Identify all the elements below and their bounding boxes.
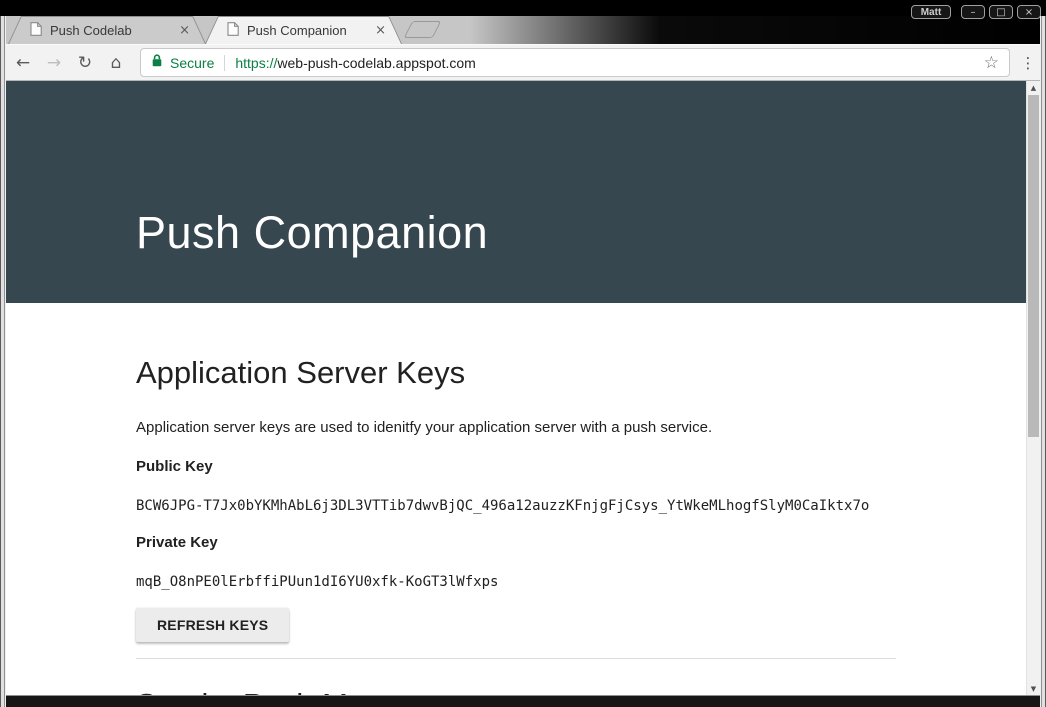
page-content: Application Server Keys Application serv…	[6, 355, 1026, 696]
server-keys-heading: Application Server Keys	[136, 355, 896, 391]
window-frame-right	[1040, 16, 1046, 707]
page-document-icon	[30, 22, 42, 39]
tab-strip: Push Codelab × Push Companion ×	[0, 15, 1046, 44]
window-titlebar	[0, 0, 1046, 16]
page-hero: Push Companion	[6, 81, 1026, 303]
browser-window: Matt – □ × Push Codelab × Push C	[0, 0, 1046, 707]
tab-close-icon[interactable]: ×	[375, 24, 386, 37]
page-title: Push Companion	[136, 81, 896, 259]
window-frame-bottom	[0, 695, 1046, 707]
forward-icon: →	[43, 53, 65, 73]
scrollbar-thumb[interactable]	[1028, 95, 1039, 437]
page-document-icon	[227, 22, 239, 39]
window-frame-left	[0, 16, 6, 707]
maximize-button[interactable]: □	[989, 5, 1013, 19]
secure-label[interactable]: Secure	[170, 55, 214, 71]
page-scrollbar[interactable]: ▲ ▼	[1026, 81, 1040, 696]
omnibox-divider	[224, 55, 225, 71]
browser-menu-icon[interactable]: ⋮	[1018, 54, 1038, 72]
public-key-label: Public Key	[136, 458, 896, 475]
close-button[interactable]: ×	[1017, 5, 1041, 19]
server-keys-description: Application server keys are used to iden…	[136, 419, 896, 436]
page-viewport: Push Companion Application Server Keys A…	[6, 81, 1026, 696]
address-bar[interactable]: Secure https://web-push-codelab.appspot.…	[140, 48, 1010, 77]
bookmark-star-icon[interactable]: ☆	[984, 53, 999, 73]
new-tab-button[interactable]	[404, 21, 442, 38]
home-icon[interactable]: ⌂	[105, 53, 127, 73]
url-host: web-push-codelab.appspot.com	[277, 55, 475, 71]
url-scheme: https://	[235, 55, 277, 71]
reload-icon[interactable]: ↻	[74, 53, 96, 73]
window-controls: Matt – □ ×	[911, 5, 1041, 19]
back-icon[interactable]: ←	[12, 53, 34, 73]
scroll-down-icon[interactable]: ▼	[1027, 682, 1040, 696]
refresh-keys-button[interactable]: REFRESH KEYS	[136, 608, 289, 642]
scroll-up-icon[interactable]: ▲	[1027, 81, 1040, 95]
tab-label: Push Codelab	[50, 23, 132, 38]
url-text[interactable]: https://web-push-codelab.appspot.com	[235, 55, 476, 71]
tab-label: Push Companion	[247, 23, 347, 38]
user-badge[interactable]: Matt	[911, 5, 951, 19]
tab-push-codelab[interactable]: Push Codelab ×	[8, 16, 206, 44]
tab-push-companion[interactable]: Push Companion ×	[205, 16, 402, 44]
tab-close-icon[interactable]: ×	[179, 24, 190, 37]
public-key-value: BCW6JPG-T7Jx0bYKMhAbL6j3DL3VTTib7dwvBjQC…	[136, 498, 896, 514]
private-key-value: mqB_O8nPE0lErbffiPUun1dI6YU0xfk-KoGT3lWf…	[136, 574, 896, 590]
minimize-button[interactable]: –	[961, 5, 985, 19]
private-key-label: Private Key	[136, 534, 896, 551]
section-divider	[136, 658, 896, 659]
browser-toolbar: ← → ↻ ⌂ Secure https://web-push-codelab.…	[0, 44, 1046, 80]
secure-lock-icon	[151, 53, 163, 73]
